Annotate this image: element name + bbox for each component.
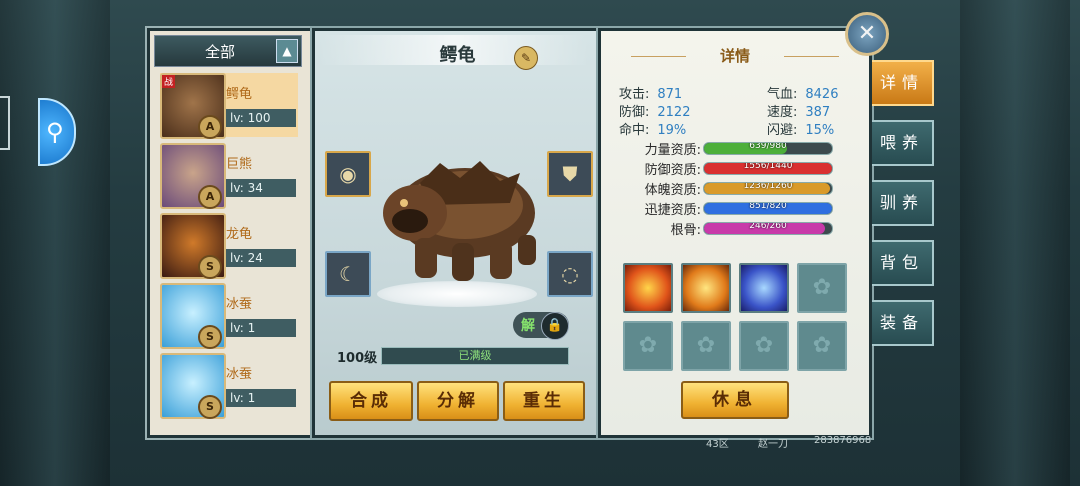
stat-speed: 速度: 387: [767, 105, 831, 120]
equip-slot-necklace[interactable]: ◌: [547, 251, 593, 297]
grade-badge: S: [198, 395, 222, 419]
empty-skill-slot[interactable]: ✿: [739, 321, 789, 371]
tab-tame[interactable]: 驯养: [872, 180, 934, 226]
stat-hit: 命中: 19%: [619, 123, 687, 138]
equip-slot-amulet[interactable]: ◉: [325, 151, 371, 197]
blue-shield-icon[interactable]: [739, 263, 789, 313]
pet-list-panel: 全部 ▲ 战 A 鳄龟 lv: 100 A 巨熊 lv: 34 S 龙龟 lv:…: [147, 28, 313, 438]
pet-level: lv: 1: [226, 319, 296, 337]
pet-name: 龙龟: [226, 227, 253, 242]
tab-details[interactable]: 详情: [872, 60, 934, 106]
aptitude-bar: 246/260: [703, 222, 833, 235]
filter-label: 全部: [204, 43, 235, 61]
level-label: 100级: [337, 351, 378, 366]
tab-feed[interactable]: 喂养: [872, 120, 934, 166]
tab-equipment[interactable]: 装备: [872, 300, 934, 346]
stat-attack: 攻击: 871: [619, 87, 683, 102]
stat-hp: 气血: 8426: [767, 87, 839, 102]
search-icon: ⚲: [46, 118, 64, 146]
pet-name: 鳄龟: [226, 87, 253, 102]
aptitude-label: 防御资质:: [644, 163, 701, 178]
aptitude-label: 力量资质:: [644, 143, 701, 158]
stat-dodge: 闪避: 15%: [767, 123, 835, 138]
grade-badge: S: [198, 325, 222, 349]
amulet-icon: ◉: [339, 162, 357, 186]
pet-list-item[interactable]: A 巨熊 lv: 34: [160, 143, 298, 209]
equip-slot-claw[interactable]: ☾: [325, 251, 371, 297]
fire-ring-icon[interactable]: [623, 263, 673, 313]
unlock-toggle[interactable]: 解 🔒: [513, 312, 569, 340]
pet-level: lv: 1: [226, 389, 296, 407]
pet-model-image: [383, 161, 536, 281]
shield-flame-icon[interactable]: [681, 263, 731, 313]
player-id: 283876968: [814, 435, 872, 446]
pet-level: lv: 24: [226, 249, 296, 267]
claw-icon: ☾: [339, 262, 357, 286]
compose-button[interactable]: 合成: [329, 381, 413, 421]
aptitude-label: 根骨:: [670, 223, 701, 238]
edit-name-icon[interactable]: ✎: [514, 46, 538, 70]
rebirth-button[interactable]: 重生: [503, 381, 585, 421]
pet-level: lv: 100: [226, 109, 296, 127]
pet-list-item[interactable]: 战 A 鳄龟 lv: 100: [160, 73, 298, 139]
decompose-button[interactable]: 分解: [417, 381, 499, 421]
pet-level: lv: 34: [226, 179, 296, 197]
unlock-label: 解: [521, 318, 535, 334]
pet-name: 巨熊: [226, 157, 253, 172]
info-panel: 详情 攻击: 871 气血: 8426 防御: 2122 速度: 387 命中: 19% …: [598, 28, 872, 438]
grade-badge: A: [198, 115, 222, 139]
pet-name: 冰蚕: [226, 367, 253, 382]
empty-skill-slot[interactable]: ✿: [797, 321, 847, 371]
left-edge-bracket: [0, 96, 10, 150]
armor-icon: ⛊: [562, 162, 578, 186]
aptitude-bar: 851/820: [703, 202, 833, 215]
close-icon[interactable]: ✕: [845, 12, 889, 56]
info-title: 详情: [719, 47, 750, 65]
chevron-up-icon[interactable]: ▲: [276, 39, 298, 63]
aptitude-label: 迅捷资质:: [644, 203, 701, 218]
aptitude-bar: 1236/1260: [703, 182, 833, 195]
pet-list-item[interactable]: S 冰蚕 lv: 1: [160, 283, 298, 349]
necklace-icon: ◌: [561, 262, 579, 286]
tab-bag[interactable]: 背包: [872, 240, 934, 286]
aptitude-bar: 1556/1440: [703, 162, 833, 175]
lock-icon: 🔒: [541, 312, 569, 340]
empty-skill-slot[interactable]: ✿: [797, 263, 847, 313]
aptitude-label: 体魄资质:: [644, 183, 701, 198]
pet-filter-dropdown[interactable]: 全部 ▲: [154, 35, 302, 67]
equip-slot-armor[interactable]: ⛊: [547, 151, 593, 197]
pet-title: 鳄龟: [439, 45, 476, 66]
pet-list-item[interactable]: S 龙龟 lv: 24: [160, 213, 298, 279]
empty-skill-slot[interactable]: ✿: [681, 321, 731, 371]
player-name: 赵一刀: [758, 439, 788, 450]
server-label: 43区: [706, 439, 729, 450]
grade-badge: A: [198, 185, 222, 209]
aptitude-bar: 639/980: [703, 142, 833, 155]
battle-badge: 战: [162, 75, 176, 88]
empty-skill-slot[interactable]: ✿: [623, 321, 673, 371]
exp-bar: 已满级: [381, 347, 569, 365]
pet-display-panel: 鳄龟 ✎ ◉ ⛊ ☾ ◌ 解 🔒 100级 已满级 合成 分解 重生: [312, 28, 603, 438]
pet-name: 冰蚕: [226, 297, 253, 312]
stat-defense: 防御: 2122: [619, 105, 691, 120]
grade-badge: S: [198, 255, 222, 279]
rest-button[interactable]: 休息: [681, 381, 789, 419]
pet-list-item[interactable]: S 冰蚕 lv: 1: [160, 353, 298, 419]
